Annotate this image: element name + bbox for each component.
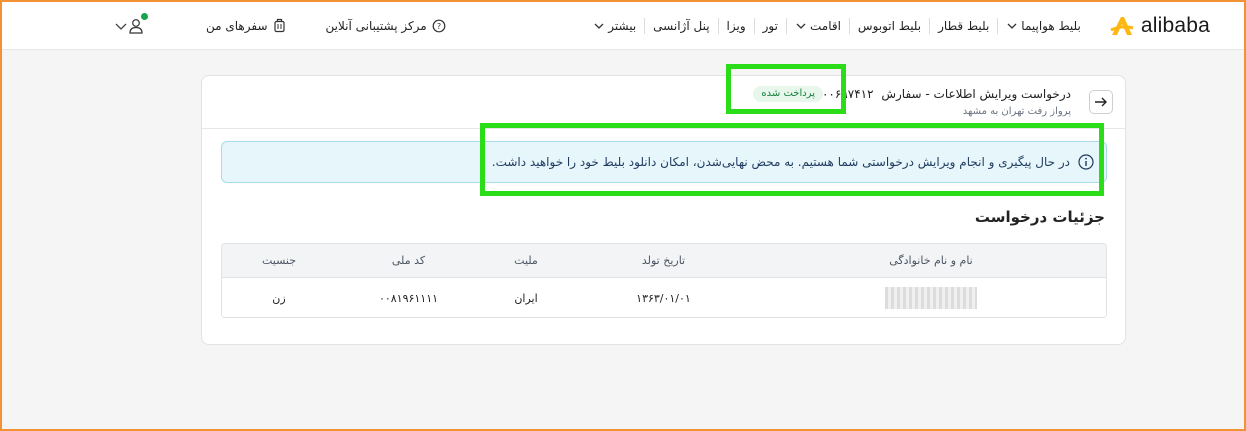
logged-in-check-icon: [140, 11, 149, 21]
nav-label: پنل آژانسی: [653, 18, 710, 33]
status-badge: پرداخت شده: [753, 86, 823, 102]
info-icon: [1078, 154, 1094, 170]
alibaba-logo[interactable]: alibaba: [1109, 14, 1210, 38]
header-name: نام و نام خانوادگی: [889, 254, 973, 267]
info-alert: در حال پیگیری و انجام ویرایش درخواستی شم…: [221, 141, 1107, 183]
nav-more[interactable]: بیشتر: [585, 16, 644, 36]
chevron-down-icon: [115, 23, 127, 30]
card-header: درخواست ویرایش اطلاعات - سفارش ۷۰۰۰۰۶۹۷۴…: [202, 76, 1125, 129]
chevron-down-icon: [594, 23, 604, 29]
main-nav: بلیط هواپیما بلیط قطار بلیط اتوبوس اقامت…: [585, 16, 1089, 36]
my-trips-label: سفرهای من: [206, 18, 268, 33]
flight-route: پرواز رفت تهران به مشهد: [962, 106, 1071, 117]
support-icon: ?: [432, 19, 446, 32]
cell-national-id: ۰۰۸۱۹۶۱۱۱۱: [378, 291, 439, 305]
passenger-table: نام و نام خانوادگی تاریخ تولد ملیت کد مل…: [221, 243, 1107, 318]
info-message: در حال پیگیری و انجام ویرایش درخواستی شم…: [491, 155, 1070, 169]
header-actions: ? مرکز پشتیبانی آنلاین سفرهای من: [2, 11, 446, 34]
nav-label: بلیط هواپیما: [1021, 18, 1081, 33]
table-header-row: نام و نام خانوادگی تاریخ تولد ملیت کد مل…: [222, 244, 1106, 278]
back-button[interactable]: [1089, 90, 1113, 114]
cell-birth-date: ۱۳۶۳/۰۱/۰۱: [636, 291, 691, 305]
nav-accommodation[interactable]: اقامت: [787, 16, 849, 36]
online-support-link[interactable]: ? مرکز پشتیبانی آنلاین: [326, 19, 446, 33]
nav-divider: [997, 17, 999, 34]
nav-train-tickets[interactable]: بلیط قطار: [930, 16, 997, 36]
top-header: alibaba بلیط هواپیما بلیط قطار بلیط اتوب…: [2, 2, 1244, 50]
header-birth-date: تاریخ تولد: [641, 254, 686, 267]
nav-label: بلیط اتوبوس: [857, 18, 922, 33]
nav-label: بلیط قطار: [938, 18, 990, 33]
user-account-button[interactable]: [128, 11, 149, 34]
nav-bus-tickets[interactable]: بلیط اتوبوس: [850, 16, 929, 36]
chevron-down-icon: [796, 23, 806, 29]
cell-name: [756, 287, 1106, 309]
suitcase-icon: [273, 18, 285, 33]
title-text: درخواست ویرایش اطلاعات - سفارش: [881, 87, 1071, 101]
nav-divider: [785, 17, 787, 34]
cell-nationality: ایران: [514, 291, 538, 305]
section-title: جزئیات درخواست: [974, 208, 1105, 226]
nav-divider: [848, 17, 850, 34]
my-trips-link[interactable]: سفرهای من: [206, 18, 286, 33]
nav-tour[interactable]: تور: [755, 16, 786, 36]
nav-label: اقامت: [809, 18, 841, 33]
nav-agency-panel[interactable]: پنل آژانسی: [645, 16, 717, 36]
nav-divider: [929, 17, 931, 34]
nav-divider: [717, 17, 719, 34]
header-gender: جنسیت: [261, 254, 297, 267]
svg-text:?: ?: [437, 22, 441, 31]
nav-label: ویزا: [726, 18, 746, 33]
account-menu-toggle[interactable]: [114, 19, 128, 33]
header-nationality: ملیت: [514, 254, 538, 267]
nav-flight-tickets[interactable]: بلیط هواپیما: [998, 16, 1089, 36]
alibaba-logo-icon: [1110, 16, 1134, 35]
nav-visa[interactable]: ویزا: [719, 16, 754, 36]
header-national-id: کد ملی: [391, 254, 426, 267]
request-card: درخواست ویرایش اطلاعات - سفارش ۷۰۰۰۰۶۹۷۴…: [201, 75, 1126, 345]
support-label: مرکز پشتیبانی آنلاین: [325, 18, 427, 33]
redacted-name: [885, 287, 977, 309]
nav-divider: [644, 17, 646, 34]
chevron-down-icon: [1007, 23, 1017, 29]
table-row: ۱۳۶۳/۰۱/۰۱ ایران ۰۰۸۱۹۶۱۱۱۱ زن: [222, 278, 1106, 317]
logo-text: alibaba: [1140, 13, 1210, 37]
nav-label: بیشتر: [608, 18, 637, 33]
page-title: درخواست ویرایش اطلاعات - سفارش ۷۰۰۰۰۶۹۷۴…: [803, 87, 1071, 101]
cell-gender: زن: [272, 291, 286, 305]
arrow-right-icon: [1095, 97, 1107, 107]
nav-divider: [753, 17, 755, 34]
nav-label: تور: [762, 18, 778, 33]
